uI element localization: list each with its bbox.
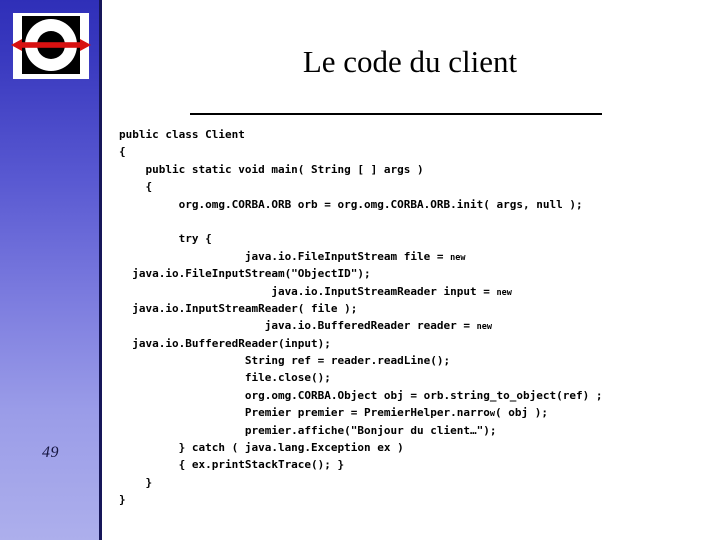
code-line: java.io.BufferedReader(input); (119, 336, 331, 350)
code-token-small: new (450, 252, 466, 263)
code-token: java.io.InputStreamReader input = (119, 284, 497, 298)
code-line: org.omg.CORBA.ORB orb = org.omg.CORBA.OR… (119, 197, 583, 211)
code-line: org.omg.CORBA.Object obj = orb.string_to… (119, 388, 603, 402)
code-line: java.io.InputStreamReader( file ); (119, 301, 358, 315)
code-line: { ex.printStackTrace(); } (119, 458, 345, 472)
code-line: } (119, 475, 153, 489)
logo-red-double-arrow-icon (11, 39, 91, 51)
code-line: } catch ( java.lang.Exception ex ) (119, 441, 404, 455)
slide: 49 Le code du client public class Client… (0, 0, 720, 540)
code-block: public class Client { public static void … (119, 126, 714, 509)
code-line: { (119, 145, 126, 159)
code-line: try { (119, 232, 212, 246)
code-token: java.io.FileInputStream file = (119, 249, 451, 263)
code-token: Premier premier = PremierHelper.narro (119, 406, 490, 420)
code-token-small: new (476, 322, 492, 333)
code-token-small: new (496, 287, 512, 298)
code-line: public static void main( String [ ] args… (119, 162, 424, 176)
code-line: String ref = reader.readLine(); (119, 354, 451, 368)
page-number: 49 (42, 444, 59, 461)
logo-graphic (11, 16, 91, 74)
code-line: } (119, 493, 126, 507)
code-line: java.io.FileInputStream("ObjectID"); (119, 267, 371, 281)
code-line: public class Client (119, 128, 245, 141)
code-token: ( obj ); (495, 406, 548, 420)
code-line: java.io.FileInputStream file = new (119, 248, 714, 265)
code-line: premier.affiche("Bonjour du client…"); (119, 423, 497, 437)
code-line: file.close(); (119, 371, 331, 385)
code-line: Premier premier = PremierHelper.narrow( … (119, 404, 714, 421)
title-divider-rule (190, 113, 602, 115)
code-line: java.io.InputStreamReader input = new (119, 283, 714, 300)
page-title: Le code du client (302, 44, 518, 79)
code-line: java.io.BufferedReader reader = new (119, 317, 714, 334)
code-token: java.io.BufferedReader reader = (119, 319, 477, 333)
logo (11, 13, 91, 79)
code-line: { (119, 180, 153, 194)
